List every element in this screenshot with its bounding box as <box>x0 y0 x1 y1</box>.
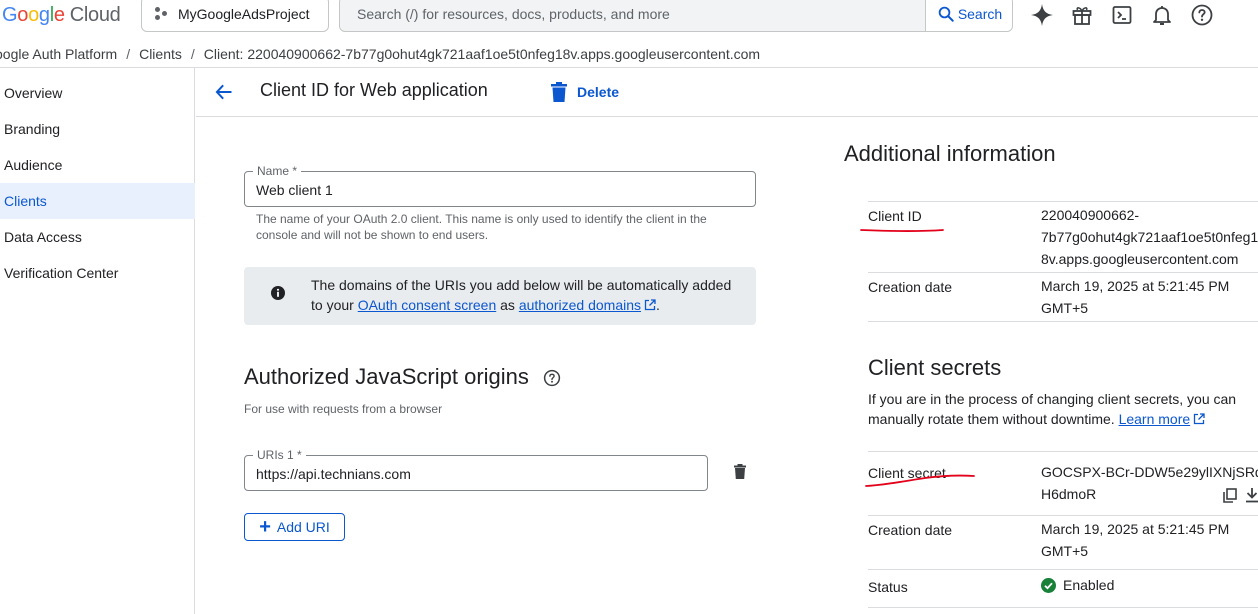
breadcrumb: oogle Auth Platform / Clients / Client: 2200… <box>0 46 760 62</box>
js-origins-title: Authorized JavaScript origins <box>244 364 529 389</box>
project-icon <box>154 6 170 22</box>
search-icon <box>938 6 954 22</box>
row-divider <box>868 451 1258 452</box>
status-value: Enabled <box>1041 577 1114 593</box>
sidebar-item-data-access[interactable]: Data Access <box>0 219 195 255</box>
project-name: MyGoogleAdsProject <box>178 6 310 22</box>
google-cloud-logo[interactable]: Google Cloud <box>2 4 121 27</box>
add-uri-button[interactable]: + Add URI <box>244 513 345 541</box>
download-icon[interactable] <box>1245 488 1258 503</box>
project-picker-button[interactable]: MyGoogleAdsProject <box>141 0 329 32</box>
plus-icon: + <box>259 516 271 538</box>
name-field: Name * <box>244 164 756 207</box>
sidebar: Overview Branding Audience Clients Data … <box>0 68 195 614</box>
gift-icon[interactable] <box>1069 2 1095 28</box>
arrow-back-icon <box>215 84 232 100</box>
uri-field: URIs 1 * <box>244 448 708 491</box>
info-banner: The domains of the URIs you add below wi… <box>244 267 756 325</box>
external-link-icon <box>1194 413 1205 425</box>
add-uri-label: Add URI <box>276 519 330 535</box>
sidebar-item-overview[interactable]: Overview <box>0 75 195 111</box>
search-bar: Search <box>339 0 1013 32</box>
name-field-label: Name * <box>253 164 302 178</box>
top-bar: Google Cloud MyGoogleAdsProject Search <box>0 0 1258 36</box>
oauth-consent-screen-link[interactable]: OAuth consent screen <box>358 297 497 313</box>
status-label: Status <box>868 579 908 595</box>
client-secret-label: Client secret <box>868 465 946 481</box>
row-divider <box>868 321 1258 322</box>
delete-button-label: Delete <box>577 84 620 100</box>
sidebar-item-clients[interactable]: Clients <box>0 183 195 219</box>
check-circle-icon <box>1041 577 1056 593</box>
learn-more-link[interactable]: Learn more <box>1119 411 1191 427</box>
name-input[interactable] <box>245 172 755 206</box>
name-hint-line-1: The name of your OAuth 2.0 client. This … <box>256 212 707 226</box>
uri-input[interactable] <box>245 456 707 490</box>
cloud-shell-icon[interactable] <box>1109 2 1135 28</box>
help-circle-icon[interactable] <box>543 369 561 387</box>
page-title: Client ID for Web application <box>260 80 488 100</box>
client-secrets-description: If you are in the process of changing cl… <box>868 391 1237 427</box>
breadcrumb-auth-platform[interactable]: oogle Auth Platform <box>0 46 117 62</box>
additional-info-title: Additional information <box>844 141 1056 166</box>
help-icon[interactable] <box>1189 2 1215 28</box>
js-origins-hint: For use with requests from a browser <box>244 402 443 416</box>
info-icon <box>271 286 285 300</box>
trash-icon <box>551 82 567 102</box>
client-id-value: 220040900662- 7b77g0ohut4gk721aaf1oe5t0n… <box>1041 207 1258 267</box>
breadcrumb-clients[interactable]: Clients <box>139 46 182 62</box>
row-divider <box>868 515 1258 516</box>
external-link-icon <box>644 299 656 311</box>
name-hint-line-2: console and will not be shown to end use… <box>256 228 489 242</box>
row-divider <box>868 569 1258 570</box>
secret-creation-date-label: Creation date <box>868 522 953 538</box>
search-button[interactable]: Search <box>925 0 1012 31</box>
uri-field-label: URIs 1 * <box>253 448 306 462</box>
row-divider <box>868 201 1258 202</box>
row-divider <box>868 272 1258 273</box>
header-divider <box>196 116 1258 117</box>
sidebar-item-verification-center[interactable]: Verification Center <box>0 255 195 291</box>
creation-date-label: Creation date <box>868 279 953 295</box>
search-input[interactable] <box>340 0 926 31</box>
delete-button[interactable]: Delete <box>550 80 619 104</box>
authorized-domains-link[interactable]: authorized domains <box>519 297 641 313</box>
sidebar-item-audience[interactable]: Audience <box>0 147 195 183</box>
gemini-sparkle-icon[interactable] <box>1029 2 1055 28</box>
delete-uri-trash-icon[interactable] <box>730 462 750 482</box>
row-divider <box>868 607 1258 608</box>
breadcrumb-current-client: Client: 220040900662-7b77g0ohut4gk721aaf… <box>203 46 761 62</box>
back-arrow-button[interactable] <box>212 80 236 104</box>
secret-creation-date-value: March 19, 2025 at 5:21:45 PM GMT+5 <box>1041 521 1230 559</box>
client-id-label: Client ID <box>868 208 922 224</box>
search-button-label: Search <box>957 6 1003 22</box>
info-banner-text: The domains of the URIs you add below wi… <box>311 277 732 313</box>
client-secrets-title: Client secrets <box>868 355 1002 380</box>
copy-icon[interactable] <box>1223 488 1237 503</box>
creation-date-value: March 19, 2025 at 5:21:45 PM GMT+5 <box>1041 278 1230 316</box>
client-id-underline-mark <box>860 229 944 233</box>
sidebar-item-branding[interactable]: Branding <box>0 111 195 147</box>
notifications-bell-icon[interactable] <box>1149 2 1175 28</box>
